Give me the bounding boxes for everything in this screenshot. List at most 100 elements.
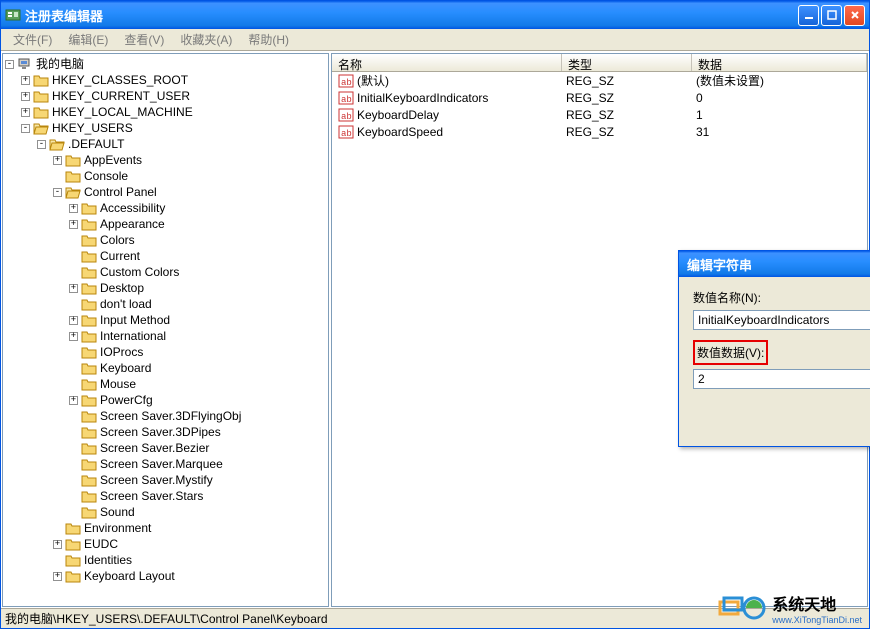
tree-item[interactable]: Screen Saver.Stars [100,488,203,504]
tree-item[interactable]: EUDC [84,536,118,552]
expander-icon[interactable]: + [69,316,78,325]
tree-item[interactable]: Current [100,248,140,264]
regedit-icon [5,7,21,23]
value-data: 1 [692,108,865,122]
tree-item[interactable]: Screen Saver.Bezier [100,440,209,456]
expander-icon[interactable]: + [69,204,78,213]
folder-icon [81,473,97,487]
folder-icon [81,265,97,279]
tree-panel[interactable]: - 我的电脑 + HKEY_CLASSES_ROOT + HKEY_CURRENT_U… [2,53,329,607]
tree-item[interactable]: IOProcs [100,344,143,360]
tree-item[interactable]: AppEvents [84,152,142,168]
list-row[interactable]: abKeyboardSpeedREG_SZ31 [332,123,867,140]
folder-open-icon [65,185,81,199]
tree-item[interactable]: Screen Saver.Mystify [100,472,213,488]
maximize-button[interactable] [821,5,842,26]
tree-item[interactable]: Environment [84,520,151,536]
tree-item[interactable]: Colors [100,232,135,248]
tree-item[interactable]: Screen Saver.Marquee [100,456,223,472]
value-data-field[interactable] [693,369,870,389]
tree-item[interactable]: HKEY_USERS [52,120,133,136]
tree-item[interactable]: HKEY_CLASSES_ROOT [52,72,188,88]
column-header-data[interactable]: 数据 [692,54,867,71]
expander-icon[interactable]: - [53,188,62,197]
folder-icon [81,281,97,295]
folder-icon [81,489,97,503]
folder-icon [81,297,97,311]
expander-icon[interactable]: + [53,156,62,165]
dialog-title: 编辑字符串 [683,255,870,274]
tree-root[interactable]: 我的电脑 [36,56,84,72]
expander-icon[interactable]: + [21,92,30,101]
menu-file[interactable]: 文件(F) [5,29,60,50]
window-title: 注册表编辑器 [25,6,798,25]
folder-icon [81,345,97,359]
expander-icon[interactable]: - [21,124,30,133]
folder-icon [81,249,97,263]
folder-icon [81,201,97,215]
tree-item[interactable]: Screen Saver.3DFlyingObj [100,408,241,424]
folder-icon [33,105,49,119]
folder-open-icon [33,121,49,135]
close-button[interactable] [844,5,865,26]
folder-icon [33,89,49,103]
expander-icon[interactable]: - [37,140,46,149]
menu-edit[interactable]: 编辑(E) [60,29,116,50]
expander-icon[interactable]: + [53,540,62,549]
value-name-label: 数值名称(N): [693,289,870,306]
svg-text:ab: ab [341,95,352,105]
list-row[interactable]: ab(默认)REG_SZ(数值未设置) [332,72,867,89]
tree-item[interactable]: Appearance [100,216,165,232]
folder-icon [65,521,81,535]
expander-icon[interactable]: + [69,284,78,293]
tree-item[interactable]: Screen Saver.3DPipes [100,424,221,440]
tree-item[interactable]: Console [84,168,128,184]
tree-item[interactable]: Control Panel [84,184,157,200]
folder-icon [81,377,97,391]
expander-icon[interactable]: + [69,220,78,229]
value-name: KeyboardDelay [357,108,439,122]
menu-view[interactable]: 查看(V) [116,29,172,50]
column-header-type[interactable]: 类型 [562,54,692,71]
tree-item[interactable]: HKEY_CURRENT_USER [52,88,190,104]
folder-icon [65,169,81,183]
tree-item[interactable]: Mouse [100,376,136,392]
folder-icon [65,553,81,567]
expander-icon[interactable]: + [21,76,30,85]
list-panel[interactable]: 名称 类型 数据 ab(默认)REG_SZ(数值未设置)abInitialKey… [331,53,868,607]
value-name-field[interactable] [693,310,870,330]
tree-item[interactable]: Keyboard [100,360,151,376]
folder-icon [81,217,97,231]
folder-open-icon [49,137,65,151]
expander-icon[interactable]: - [5,60,14,69]
tree-item[interactable]: don't load [100,296,152,312]
tree-item[interactable]: .DEFAULT [68,136,124,152]
tree-item[interactable]: Input Method [100,312,170,328]
list-row[interactable]: abInitialKeyboardIndicatorsREG_SZ0 [332,89,867,106]
titlebar[interactable]: 注册表编辑器 [1,1,869,29]
expander-icon[interactable]: + [21,108,30,117]
tree-item[interactable]: Desktop [100,280,144,296]
dialog-titlebar[interactable]: 编辑字符串 ? [679,251,870,277]
expander-icon[interactable]: + [53,572,62,581]
tree-item[interactable]: Identities [84,552,132,568]
tree-item[interactable]: PowerCfg [100,392,153,408]
content-area: - 我的电脑 + HKEY_CLASSES_ROOT + HKEY_CURRENT_U… [1,51,869,608]
tree-item[interactable]: Accessibility [100,200,165,216]
tree-item[interactable]: Custom Colors [100,264,179,280]
tree-item[interactable]: HKEY_LOCAL_MACHINE [52,104,193,120]
tree-item[interactable]: International [100,328,166,344]
expander-icon[interactable]: + [69,332,78,341]
minimize-button[interactable] [798,5,819,26]
tree-item[interactable]: Keyboard Layout [84,568,175,584]
tree-item[interactable]: Sound [100,504,135,520]
folder-icon [81,393,97,407]
expander-icon[interactable]: + [69,396,78,405]
string-value-icon: ab [338,73,354,89]
value-data: (数值未设置) [692,72,865,89]
column-header-name[interactable]: 名称 [332,54,562,71]
list-row[interactable]: abKeyboardDelayREG_SZ1 [332,106,867,123]
menu-favorites[interactable]: 收藏夹(A) [172,29,240,50]
folder-icon [81,329,97,343]
menu-help[interactable]: 帮助(H) [240,29,297,50]
